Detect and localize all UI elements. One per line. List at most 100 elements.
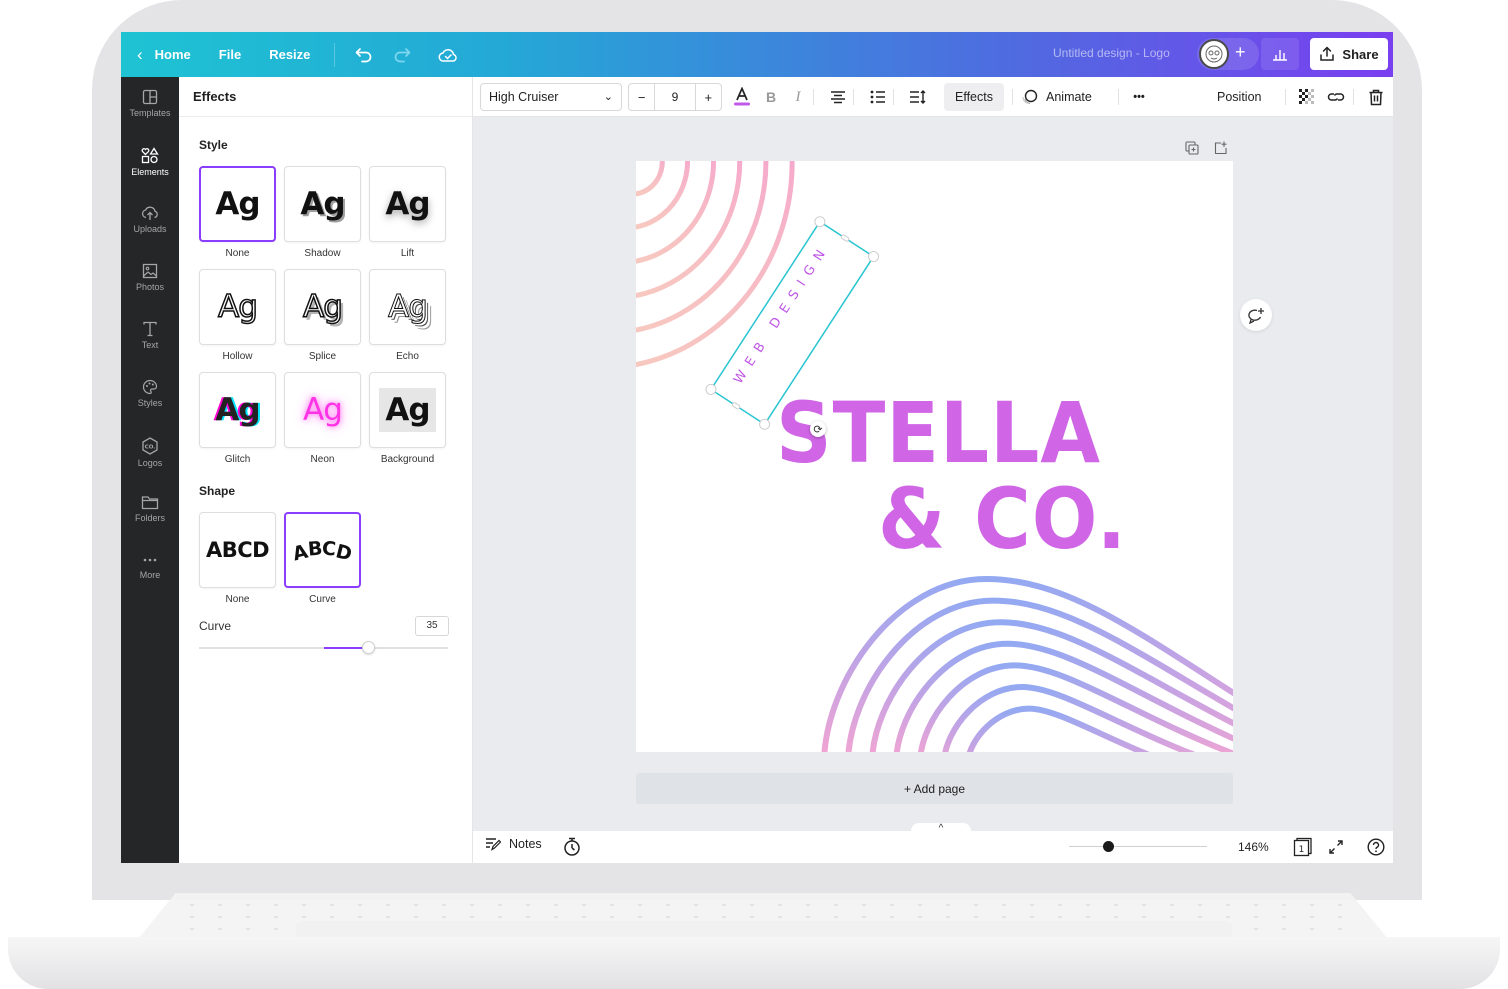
avatar[interactable] — [1199, 39, 1229, 69]
design-canvas[interactable]: WEB DESIGN STELLA & CO. ⟳ — [636, 161, 1233, 752]
style-sample: Ag — [215, 186, 260, 222]
shape-none-tile[interactable]: ABCD — [199, 512, 276, 588]
add-page-top-button[interactable] — [1212, 139, 1230, 157]
style-none-tile[interactable]: Ag — [199, 166, 276, 242]
resize-handle[interactable] — [813, 215, 827, 229]
sidebar-item-folders[interactable]: Folders — [121, 483, 179, 539]
zoom-slider-thumb[interactable] — [1102, 841, 1114, 852]
home-button[interactable]: ‹ Home — [121, 32, 205, 77]
cloud-save-status[interactable] — [429, 32, 467, 77]
document-title[interactable]: Untitled design - Logo — [1053, 46, 1170, 60]
add-collaborator-button[interactable]: + — [1235, 42, 1246, 63]
font-name: High Cruiser — [489, 90, 559, 104]
style-label: Glitch — [224, 454, 251, 465]
style-splice-tile[interactable]: Ag — [284, 269, 361, 345]
insights-button[interactable] — [1261, 38, 1299, 70]
collaborators: + — [1197, 38, 1259, 70]
style-shadow-tile[interactable]: Ag — [284, 166, 361, 242]
home-label: Home — [154, 47, 191, 62]
resize-handle[interactable] — [758, 417, 772, 431]
transparency-button[interactable] — [1293, 83, 1321, 111]
curve-label: Curve — [199, 619, 232, 633]
resize-button[interactable]: Resize — [255, 32, 324, 77]
side-handle[interactable] — [840, 234, 850, 242]
duplicate-page-icon — [1185, 141, 1199, 155]
help-button[interactable] — [1365, 836, 1387, 858]
file-menu-button[interactable]: File — [205, 32, 255, 77]
sidebar-item-text[interactable]: Text — [121, 309, 179, 365]
sidebar-item-photos[interactable]: Photos — [121, 251, 179, 307]
toolbar-divider — [1353, 89, 1354, 105]
zoom-percent[interactable]: 146% — [1238, 840, 1269, 854]
font-size-decrease-button[interactable]: − — [629, 84, 654, 110]
curve-value-input[interactable]: 35 — [415, 616, 449, 636]
bottom-bar: Notes 146% 1 — [473, 831, 1393, 863]
position-button[interactable]: Position — [1217, 83, 1261, 111]
italic-button[interactable]: I — [784, 83, 812, 111]
align-center-button[interactable] — [824, 83, 852, 111]
undo-button[interactable] — [345, 32, 383, 77]
fullscreen-button[interactable] — [1325, 836, 1347, 858]
bottom-right-wave-lines — [821, 575, 1233, 752]
curve-slider[interactable] — [199, 641, 448, 654]
folder-icon — [141, 496, 159, 510]
side-handle[interactable] — [731, 402, 741, 410]
sidebar-item-label: Templates — [129, 108, 171, 118]
more-options-button[interactable]: ••• — [1125, 83, 1153, 111]
font-size-stepper: − 9 + — [628, 83, 722, 111]
font-family-dropdown[interactable]: High Cruiser ⌄ — [480, 83, 622, 111]
style-sample: Ag — [217, 288, 258, 326]
style-label: Shadow — [304, 248, 341, 259]
topbar-divider — [334, 42, 336, 67]
shape-label: None — [225, 594, 250, 605]
chevron-left-icon: ‹ — [137, 44, 143, 64]
sidebar-item-styles[interactable]: Styles — [121, 367, 179, 423]
spacing-button[interactable] — [904, 83, 932, 111]
style-background-tile[interactable]: Ag — [369, 372, 446, 448]
text-color-button[interactable] — [728, 83, 756, 111]
font-size-increase-button[interactable]: + — [696, 84, 721, 110]
resize-handle[interactable] — [704, 383, 718, 397]
sidebar-item-templates[interactable]: Templates — [121, 77, 179, 133]
style-lift-tile[interactable]: Ag — [369, 166, 446, 242]
sidebar-item-uploads[interactable]: Uploads — [121, 193, 179, 249]
timer-button[interactable] — [563, 837, 581, 859]
shape-curve-tile[interactable]: ABCD — [284, 512, 361, 588]
bold-button[interactable]: B — [757, 83, 785, 111]
add-page-button[interactable]: + Add page — [636, 773, 1233, 804]
wave-line — [636, 161, 665, 197]
elements-icon — [141, 147, 159, 164]
rotate-icon: ⟳ — [813, 423, 823, 436]
shape-curve-sample: ABCD — [291, 537, 355, 565]
animate-button[interactable]: Animate — [1021, 83, 1092, 111]
style-glitch-tile[interactable]: Ag — [199, 372, 276, 448]
share-button[interactable]: Share — [1310, 38, 1388, 70]
shape-label: Curve — [309, 594, 336, 605]
headline-line-2[interactable]: & CO. — [878, 477, 1127, 561]
sidebar-item-logos[interactable]: CO. Logos — [121, 425, 179, 481]
shape-heading: Shape — [199, 484, 236, 498]
style-neon-tile[interactable]: Ag — [284, 372, 361, 448]
sidebar-item-label: Logos — [137, 458, 163, 468]
effects-button[interactable]: Effects — [944, 83, 1004, 111]
curve-slider-thumb[interactable] — [362, 641, 376, 654]
style-echo-tile[interactable]: Ag — [369, 269, 446, 345]
sidebar-item-elements[interactable]: Elements — [121, 135, 179, 191]
redo-button[interactable] — [383, 32, 421, 77]
editor-window: ‹ Home File Resize Untitled design - Log… — [121, 32, 1393, 863]
notes-button[interactable]: Notes — [485, 837, 542, 851]
style-label: Lift — [400, 248, 415, 259]
curve-letter: D — [333, 540, 355, 566]
duplicate-page-button[interactable] — [1183, 139, 1201, 157]
add-comment-button[interactable] — [1240, 299, 1272, 331]
sidebar-item-more[interactable]: More — [121, 541, 179, 597]
zoom-slider[interactable] — [1069, 846, 1207, 847]
page-grid-button[interactable]: 1 — [1292, 836, 1314, 858]
link-button[interactable] — [1322, 83, 1350, 111]
style-hollow-tile[interactable]: Ag — [199, 269, 276, 345]
rotate-handle[interactable]: ⟳ — [810, 421, 826, 437]
list-button[interactable] — [864, 83, 892, 111]
font-size-input[interactable]: 9 — [654, 84, 696, 110]
resize-handle[interactable] — [867, 250, 881, 264]
delete-button[interactable] — [1362, 83, 1390, 111]
